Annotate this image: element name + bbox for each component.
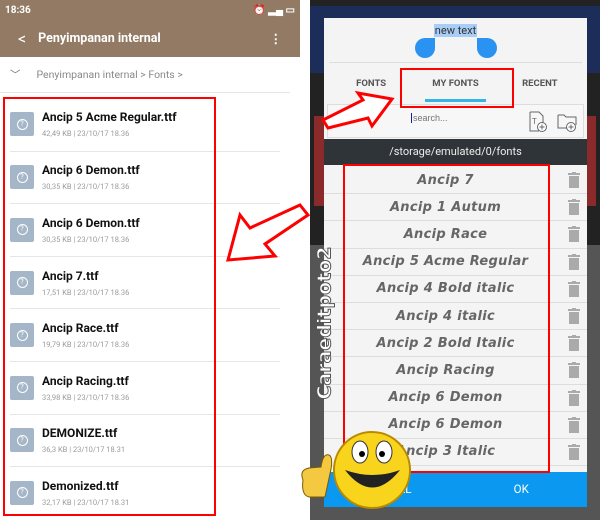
annotations (226, 90, 411, 509)
arrow-left-icon (226, 203, 311, 262)
arrow-right-icon (320, 90, 395, 130)
thumbs-up-smiley-icon (301, 431, 411, 509)
